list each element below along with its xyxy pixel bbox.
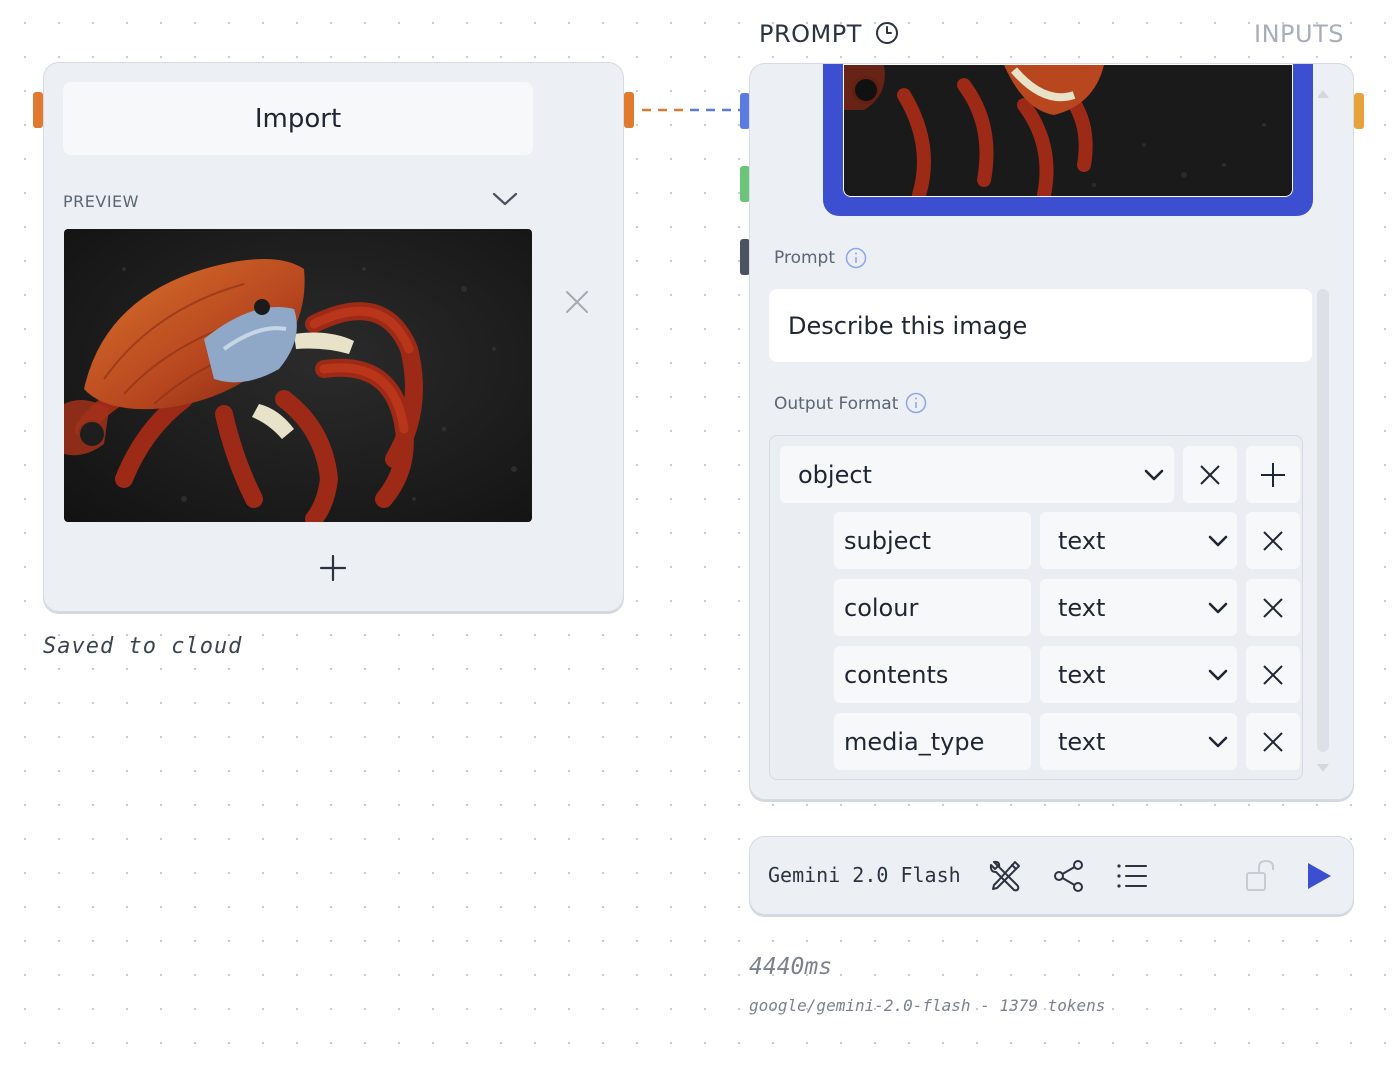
unlock-icon[interactable] bbox=[1244, 858, 1280, 894]
add-icon[interactable] bbox=[318, 553, 348, 583]
input-image-thumbnail bbox=[843, 64, 1293, 197]
save-status: Saved to cloud bbox=[43, 634, 243, 659]
history-icon[interactable] bbox=[875, 21, 899, 45]
field-type-value: text bbox=[1058, 727, 1106, 756]
close-icon[interactable] bbox=[564, 289, 590, 315]
field-type-value: text bbox=[1058, 660, 1106, 689]
prompt-input[interactable]: Describe this image bbox=[769, 289, 1312, 362]
field-name-input[interactable]: subject bbox=[834, 512, 1031, 569]
info-icon[interactable] bbox=[845, 247, 867, 269]
close-icon bbox=[1263, 731, 1283, 752]
remove-field-button[interactable] bbox=[1246, 646, 1300, 703]
import-node: Import PREVIEW bbox=[43, 62, 624, 612]
field-type-value: text bbox=[1058, 593, 1106, 622]
remove-field-button[interactable] bbox=[1246, 579, 1300, 636]
field-type-select[interactable]: text bbox=[1040, 713, 1237, 770]
chevron-down-icon bbox=[1208, 602, 1228, 614]
scrollbar[interactable] bbox=[1317, 289, 1329, 752]
field-type-select[interactable]: text bbox=[1040, 646, 1237, 703]
close-icon bbox=[1263, 530, 1283, 551]
connection-line bbox=[642, 108, 742, 112]
run-meta: google/gemini-2.0-flash - 1379 tokens bbox=[749, 996, 1106, 1015]
import-input-port[interactable] bbox=[33, 92, 43, 128]
scroll-down-arrow[interactable] bbox=[1316, 762, 1330, 774]
chevron-down-icon bbox=[1208, 736, 1228, 748]
close-icon bbox=[1200, 464, 1220, 485]
field-name-input[interactable]: contents bbox=[834, 646, 1031, 703]
scroll-up-arrow[interactable] bbox=[1316, 88, 1330, 100]
field-name-input[interactable]: colour bbox=[834, 579, 1031, 636]
play-icon[interactable] bbox=[1300, 858, 1336, 894]
preview-label: PREVIEW bbox=[63, 192, 139, 211]
input-image-frame bbox=[823, 64, 1313, 216]
close-icon bbox=[1263, 664, 1283, 685]
chevron-down-icon bbox=[1208, 669, 1228, 681]
preview-image bbox=[64, 229, 532, 522]
chevron-down-icon bbox=[1144, 469, 1164, 481]
chevron-down-icon[interactable] bbox=[491, 187, 519, 211]
output-format-panel: object subject text colour text contents… bbox=[769, 435, 1303, 780]
output-format-label: Output Format bbox=[774, 394, 899, 414]
close-icon bbox=[1263, 597, 1283, 618]
model-bar: Gemini 2.0 Flash bbox=[749, 836, 1354, 915]
prompt-output-port[interactable] bbox=[1354, 93, 1364, 129]
remove-root-button[interactable] bbox=[1183, 446, 1237, 503]
prompt-label: Prompt bbox=[774, 248, 835, 268]
info-icon[interactable] bbox=[905, 392, 927, 414]
inputs-tab[interactable]: INPUTS bbox=[1254, 20, 1344, 48]
remove-field-button[interactable] bbox=[1246, 512, 1300, 569]
root-type-value: object bbox=[798, 460, 872, 489]
import-output-port[interactable] bbox=[624, 92, 634, 128]
field-type-select[interactable]: text bbox=[1040, 579, 1237, 636]
chevron-down-icon bbox=[1208, 535, 1228, 547]
prompt-node-title: PROMPT bbox=[759, 20, 862, 48]
import-button[interactable]: Import bbox=[63, 82, 533, 155]
run-duration: 4440ms bbox=[749, 954, 833, 980]
add-icon bbox=[1261, 462, 1285, 487]
field-name-input[interactable]: media_type bbox=[834, 713, 1031, 770]
add-field-button[interactable] bbox=[1246, 446, 1300, 503]
prompt-node: Prompt Describe this image Output Format… bbox=[749, 63, 1354, 800]
remove-field-button[interactable] bbox=[1246, 713, 1300, 770]
list-icon[interactable] bbox=[1114, 858, 1150, 894]
model-selector[interactable]: Gemini 2.0 Flash bbox=[768, 863, 961, 887]
share-icon[interactable] bbox=[1051, 858, 1087, 894]
field-type-value: text bbox=[1058, 526, 1106, 555]
field-type-select[interactable]: text bbox=[1040, 512, 1237, 569]
root-type-select[interactable]: object bbox=[780, 446, 1174, 503]
tools-icon[interactable] bbox=[987, 858, 1023, 894]
